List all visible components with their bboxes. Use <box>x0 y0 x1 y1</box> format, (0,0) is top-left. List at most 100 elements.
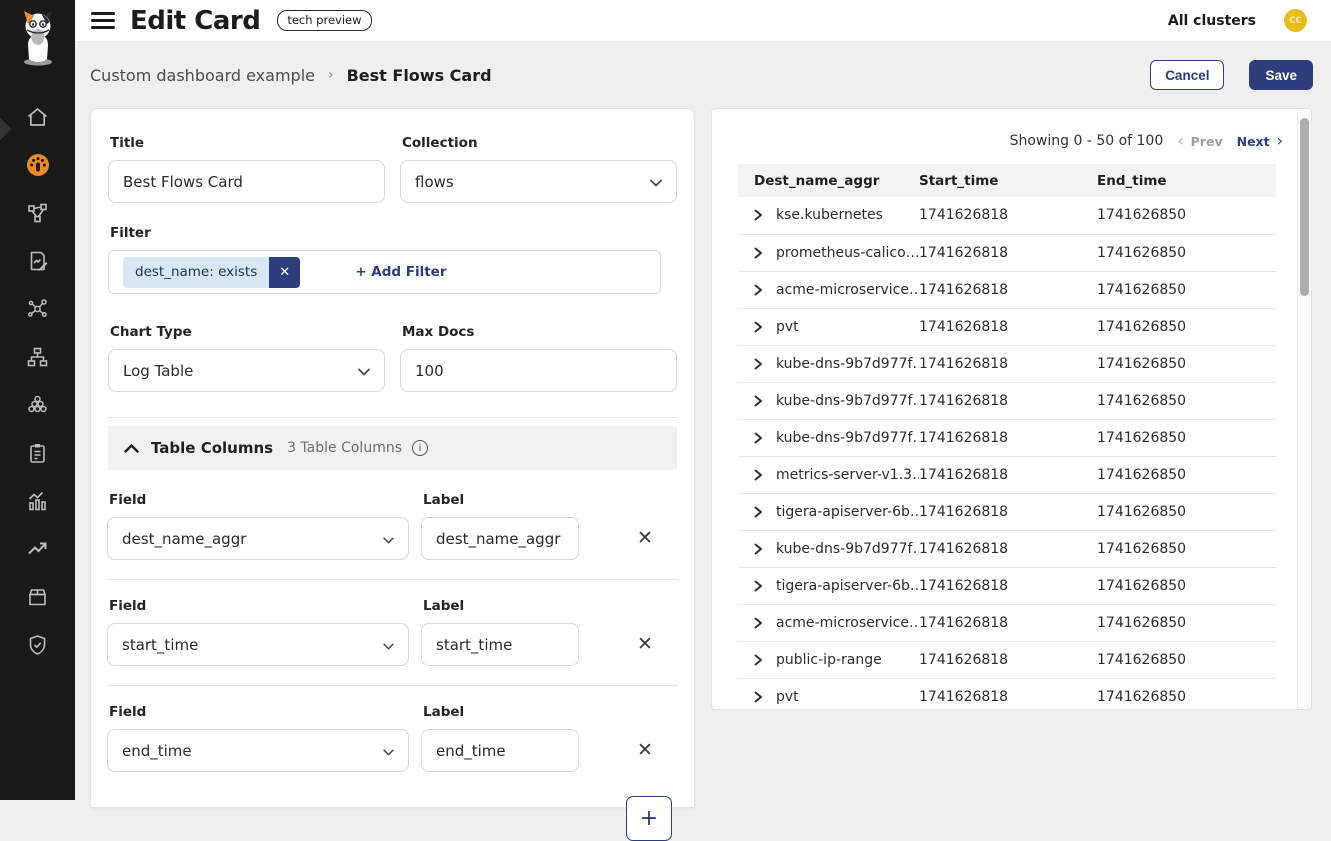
dest-name-value: tigera-apiserver-6b… <box>776 578 919 594</box>
sidebar-item-security[interactable] <box>0 621 75 669</box>
expand-row-chevron-icon[interactable] <box>754 543 763 555</box>
scrollbar-track[interactable] <box>1297 110 1310 708</box>
remove-column-icon[interactable]: ✕ <box>632 737 658 763</box>
sidebar-item-packages[interactable] <box>0 573 75 621</box>
sidebar-item-threat-graph[interactable] <box>0 285 75 333</box>
prev-page-button[interactable]: Prev <box>1191 134 1223 149</box>
expand-row-chevron-icon[interactable] <box>754 358 763 370</box>
breadcrumb-parent[interactable]: Custom dashboard example <box>90 66 315 85</box>
chevron-down-icon <box>383 530 394 548</box>
expand-row-chevron-icon[interactable] <box>754 617 763 629</box>
label-input[interactable] <box>421 517 579 560</box>
cancel-button[interactable]: Cancel <box>1150 60 1224 90</box>
field-value: start_time <box>122 636 383 654</box>
expand-row-chevron-icon[interactable] <box>754 469 763 481</box>
table-row[interactable]: kube-dns-9b7d977f… 1741626818 1741626850 <box>738 345 1276 382</box>
label-input[interactable] <box>421 623 579 666</box>
form-divider <box>108 417 677 418</box>
field-select[interactable]: end_time <box>107 729 409 772</box>
start-time-value: 1741626818 <box>919 530 1097 567</box>
row-divider <box>107 685 678 686</box>
table-row[interactable]: tigera-apiserver-6b… 1741626818 17416268… <box>738 493 1276 530</box>
title-input[interactable] <box>108 160 385 203</box>
table-column-row: Field end_time Label ✕ <box>107 704 678 772</box>
expand-row-chevron-icon[interactable] <box>754 284 763 296</box>
field-select[interactable]: dest_name_aggr <box>107 517 409 560</box>
sidebar-item-trends[interactable] <box>0 525 75 573</box>
table-row[interactable]: pvt 1741626818 1741626850 <box>738 308 1276 345</box>
table-row[interactable]: kube-dns-9b7d977f… 1741626818 1741626850 <box>738 382 1276 419</box>
network-tree-icon <box>25 345 50 369</box>
flows-table-body: kse.kubernetes 1741626818 1741626850 pro… <box>738 197 1276 710</box>
scrollbar-thumb[interactable] <box>1300 118 1309 296</box>
table-row[interactable]: metrics-server-v1.3… 1741626818 17416268… <box>738 456 1276 493</box>
table-row[interactable]: kube-dns-9b7d977f… 1741626818 1741626850 <box>738 530 1276 567</box>
avatar[interactable]: CC <box>1284 9 1307 32</box>
end-time-value: 1741626850 <box>1097 419 1276 456</box>
table-row[interactable]: acme-microservice… 1741626818 1741626850 <box>738 604 1276 641</box>
label-label: Label <box>423 492 579 508</box>
collection-value: flows <box>415 173 650 191</box>
add-column-button[interactable]: + <box>626 796 672 841</box>
expand-row-chevron-icon[interactable] <box>754 432 763 444</box>
collection-select[interactable]: flows <box>400 160 677 203</box>
cluster-selector[interactable]: All clusters <box>1168 13 1256 29</box>
expand-row-chevron-icon[interactable] <box>754 321 763 333</box>
col-header-end-time: End_time <box>1097 164 1276 197</box>
start-time-value: 1741626818 <box>919 493 1097 530</box>
sidebar-item-logs[interactable] <box>0 237 75 285</box>
table-row[interactable]: public-ip-range 1741626818 1741626850 <box>738 641 1276 678</box>
info-icon: i <box>412 440 428 456</box>
dest-name-value: tigera-apiserver-6b… <box>776 504 919 520</box>
filter-box: dest_name: exists ✕ + Add Filter <box>108 250 661 294</box>
start-time-value: 1741626818 <box>919 419 1097 456</box>
expand-row-chevron-icon[interactable] <box>754 691 763 703</box>
table-row[interactable]: tigera-apiserver-6b… 1741626818 17416268… <box>738 567 1276 604</box>
topbar: Edit Card tech preview All clusters CC <box>75 0 1331 42</box>
start-time-value: 1741626818 <box>919 678 1097 710</box>
dest-name-value: acme-microservice… <box>776 282 919 298</box>
hamburger-menu-icon[interactable] <box>91 12 115 29</box>
sidebar-item-home[interactable] <box>0 93 75 141</box>
sidebar <box>0 0 75 800</box>
expand-row-chevron-icon[interactable] <box>754 395 763 407</box>
sidebar-item-compliance[interactable] <box>0 429 75 477</box>
next-page-button[interactable]: Next <box>1237 134 1270 149</box>
table-row[interactable]: pvt 1741626818 1741626850 <box>738 678 1276 710</box>
label-input[interactable] <box>421 729 579 772</box>
sidebar-item-service-graph[interactable] <box>0 189 75 237</box>
sidebar-item-dashboards[interactable] <box>0 141 75 189</box>
chevron-down-icon <box>358 362 370 380</box>
table-row[interactable]: prometheus-calico… 1741626818 1741626850 <box>738 234 1276 271</box>
table-row[interactable]: kube-dns-9b7d977f… 1741626818 1741626850 <box>738 419 1276 456</box>
filter-chip-remove-icon[interactable]: ✕ <box>269 257 300 288</box>
sidebar-item-network-sets[interactable] <box>0 333 75 381</box>
table-columns-accordion[interactable]: Table Columns 3 Table Columns i <box>108 426 677 470</box>
chart-type-select[interactable]: Log Table <box>108 349 385 392</box>
max-docs-input[interactable] <box>400 349 677 392</box>
field-select[interactable]: start_time <box>107 623 409 666</box>
start-time-value: 1741626818 <box>919 641 1097 678</box>
sidebar-item-activity[interactable] <box>0 477 75 525</box>
start-time-value: 1741626818 <box>919 382 1097 419</box>
field-value: dest_name_aggr <box>122 530 383 548</box>
calico-logo <box>0 0 75 67</box>
remove-column-icon[interactable]: ✕ <box>632 525 658 551</box>
expand-row-chevron-icon[interactable] <box>754 247 763 259</box>
table-row[interactable]: kse.kubernetes 1741626818 1741626850 <box>738 197 1276 234</box>
save-button[interactable]: Save <box>1249 60 1313 90</box>
expand-row-chevron-icon[interactable] <box>754 506 763 518</box>
expand-row-chevron-icon[interactable] <box>754 209 763 221</box>
row-divider <box>107 579 678 580</box>
dest-name-value: kube-dns-9b7d977f… <box>776 541 919 557</box>
remove-column-icon[interactable]: ✕ <box>632 631 658 657</box>
chevron-left-icon[interactable]: ‹ <box>1177 133 1183 149</box>
sidebar-item-clusters[interactable] <box>0 381 75 429</box>
add-filter-button[interactable]: + Add Filter <box>355 264 446 280</box>
expand-row-chevron-icon[interactable] <box>754 654 763 666</box>
chevron-down-icon <box>650 173 662 191</box>
max-docs-label: Max Docs <box>402 324 677 340</box>
expand-row-chevron-icon[interactable] <box>754 580 763 592</box>
chevron-right-icon[interactable]: › <box>1277 133 1283 149</box>
table-row[interactable]: acme-microservice… 1741626818 1741626850 <box>738 271 1276 308</box>
